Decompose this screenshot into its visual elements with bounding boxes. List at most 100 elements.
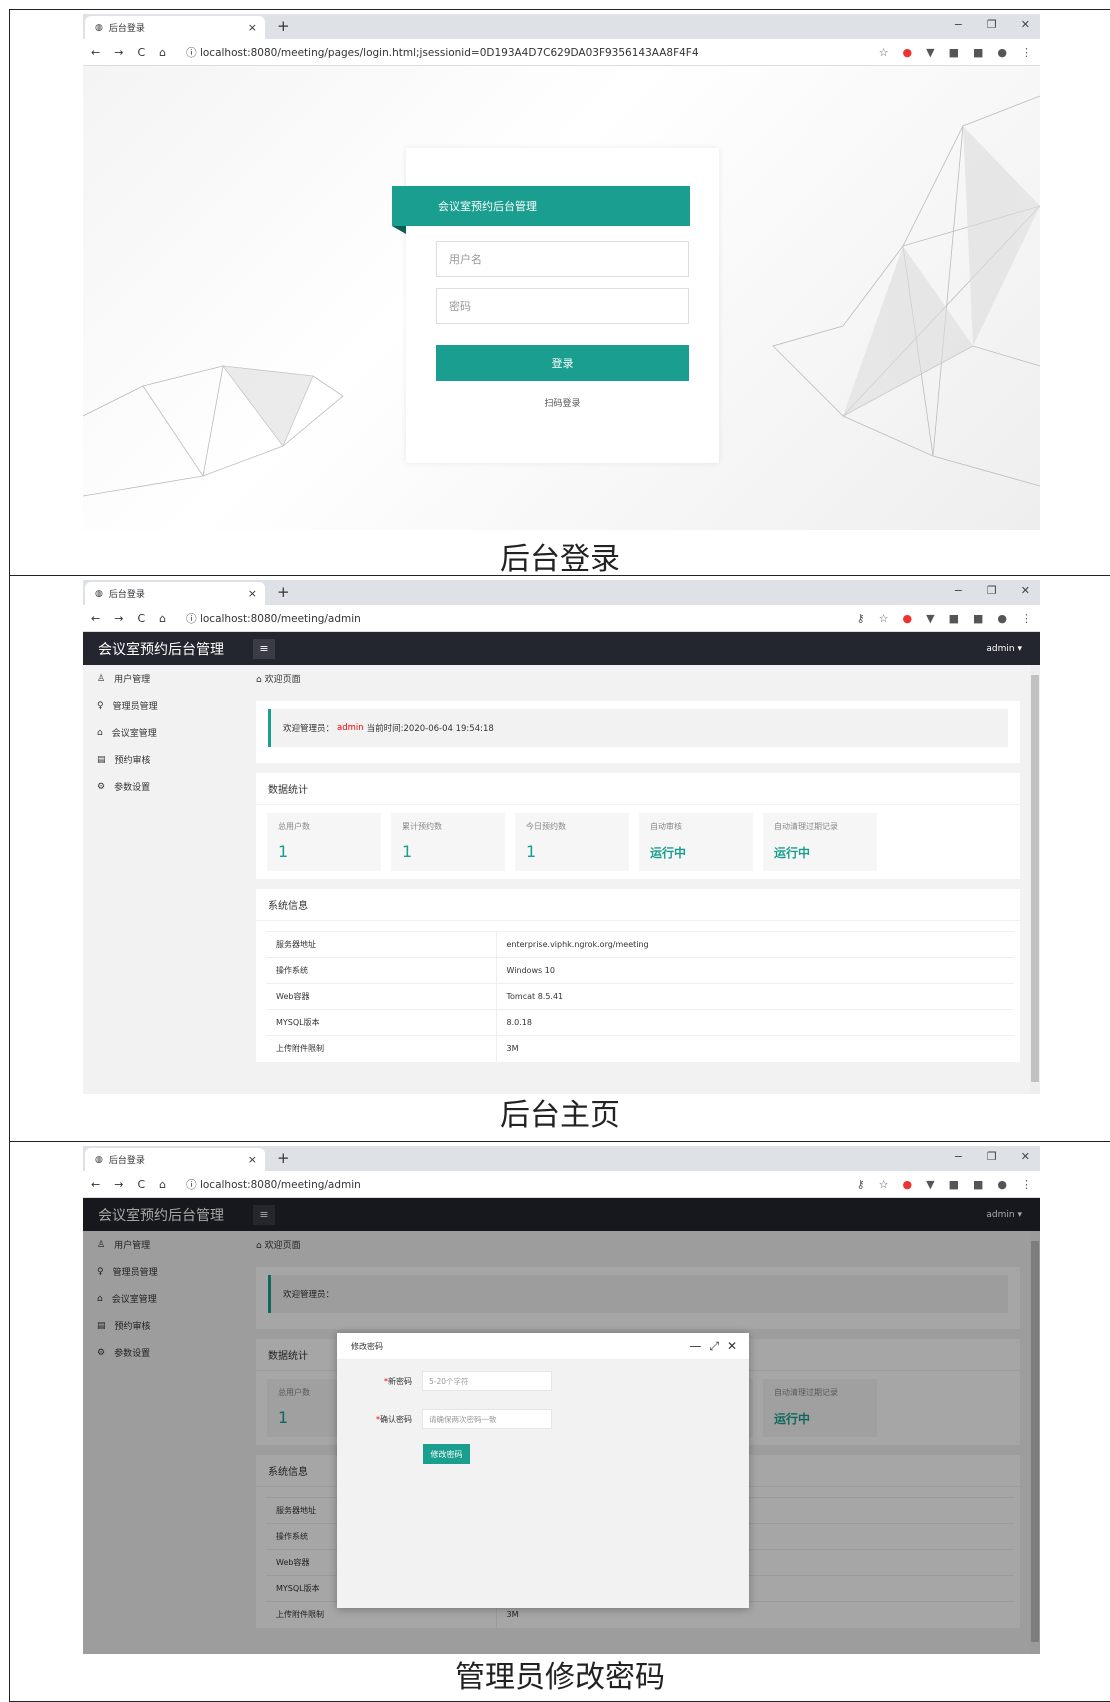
sidebar-item-rooms[interactable]: ⌂ 会议室管理 (83, 719, 243, 746)
key-icon[interactable]: ⚷ (857, 1178, 865, 1191)
key-icon[interactable]: ⚷ (857, 612, 865, 625)
forward-icon[interactable]: → (114, 46, 123, 59)
stat-total-bookings: 累计预约数 1 (391, 813, 505, 871)
sidebar-item-label: 参数设置 (114, 783, 151, 793)
forward-icon[interactable]: → (114, 1178, 123, 1191)
extension-icon[interactable]: ■ (949, 46, 959, 59)
browser-window: ◍ 后台登录 × + − ❐ ✕ ← → C ⌂ ⓘ localhost:808… (83, 14, 1040, 66)
new-tab-button[interactable]: + (277, 583, 290, 601)
sysinfo-card: 系统信息 服务器地址enterprise.viphk.ngrok.org/mee… (256, 889, 1020, 1062)
restore-icon[interactable]: ❐ (987, 1150, 997, 1163)
restore-icon[interactable]: ❐ (987, 584, 997, 597)
table-cell: 服务器地址 (266, 931, 497, 958)
back-icon[interactable]: ← (91, 46, 100, 59)
change-password-dialog: 修改密码 — ⤢ ✕ *新密码 5-20个字符 *确认密码 请确保两次密码一致 … (337, 1333, 749, 1608)
minimize-icon[interactable]: − (954, 18, 963, 31)
stat-today-bookings: 今日预约数 1 (515, 813, 629, 871)
url-field[interactable]: ⓘ localhost:8080/meeting/admin (186, 611, 361, 626)
sidebar-item-review[interactable]: ▤ 预约审核 (83, 746, 243, 773)
extension-icon[interactable]: ▼ (926, 1178, 934, 1191)
menu-icon[interactable]: ⋮ (1021, 612, 1032, 625)
tab-close-icon[interactable]: × (248, 21, 257, 34)
minimize-icon[interactable]: — (689, 1339, 701, 1354)
extension-icon[interactable]: ● (903, 1178, 913, 1191)
star-icon[interactable]: ☆ (879, 1178, 889, 1191)
new-password-input[interactable]: 5-20个字符 (422, 1371, 552, 1391)
breadcrumb-label[interactable]: 欢迎页面 (265, 675, 301, 685)
sidebar-item-users[interactable]: ♙ 用户管理 (83, 665, 243, 692)
globe-icon: ◍ (95, 588, 103, 599)
restore-icon[interactable]: ❐ (987, 18, 997, 31)
sidebar-item-settings[interactable]: ⚙ 参数设置 (83, 773, 243, 800)
tab-close-icon[interactable]: × (248, 587, 257, 600)
stat-total-users: 总用户数 1 (267, 813, 381, 871)
close-icon[interactable]: ✕ (727, 1339, 737, 1354)
extension-icon[interactable]: ▼ (926, 46, 934, 59)
extension-icon[interactable]: ● (903, 46, 913, 59)
reload-icon[interactable]: C (137, 1178, 145, 1191)
sidebar-item-label: 会议室管理 (111, 729, 157, 739)
scrollbar-thumb[interactable] (1031, 675, 1039, 1082)
menu-toggle-icon[interactable]: ≡ (253, 638, 275, 659)
maximize-icon[interactable]: ⤢ (709, 1339, 719, 1354)
url-field[interactable]: ⓘ localhost:8080/meeting/pages/login.htm… (186, 45, 698, 60)
account-icon[interactable]: ● (997, 46, 1007, 59)
username-input[interactable]: 用户名 (436, 241, 689, 277)
password-input[interactable]: 密码 (436, 288, 689, 324)
url-field[interactable]: ⓘ localhost:8080/meeting/admin (186, 1177, 361, 1192)
extension-icon[interactable]: ■ (973, 46, 983, 59)
user-menu[interactable]: admin ▾ (986, 644, 1022, 654)
stat-value: 运行中 (774, 846, 811, 860)
close-window-icon[interactable]: ✕ (1021, 18, 1030, 31)
extension-icon[interactable]: ● (903, 612, 913, 625)
star-icon[interactable]: ☆ (879, 612, 889, 625)
new-tab-button[interactable]: + (277, 17, 290, 35)
table-cell: enterprise.viphk.ngrok.org/meeting (496, 931, 1014, 958)
submit-change-password-button[interactable]: 修改密码 (423, 1444, 470, 1464)
new-tab-button[interactable]: + (277, 1149, 290, 1167)
star-icon[interactable]: ☆ (879, 46, 889, 59)
user-icon: ♙ (97, 673, 106, 684)
menu-icon[interactable]: ⋮ (1021, 1178, 1032, 1191)
account-icon[interactable]: ● (997, 1178, 1007, 1191)
confirm-password-input[interactable]: 请确保两次密码一致 (422, 1409, 552, 1429)
back-icon[interactable]: ← (91, 612, 100, 625)
login-header: 会议室预约后台管理 (392, 186, 690, 234)
reload-icon[interactable]: C (137, 46, 145, 59)
dialog-header: 修改密码 — ⤢ ✕ (337, 1333, 749, 1360)
extension-icon[interactable]: ■ (949, 612, 959, 625)
account-icon[interactable]: ● (997, 612, 1007, 625)
extension-icon[interactable]: ▼ (926, 612, 934, 625)
current-time: 当前时间:2020-06-04 19:54:18 (366, 724, 494, 734)
extension-icon[interactable]: ■ (973, 612, 983, 625)
close-window-icon[interactable]: ✕ (1021, 1150, 1030, 1163)
minimize-icon[interactable]: − (954, 584, 963, 597)
sidebar-item-admins[interactable]: ♀ 管理员管理 (83, 692, 243, 719)
table-cell: Tomcat 8.5.41 (496, 983, 1014, 1010)
login-button[interactable]: 登录 (436, 345, 689, 381)
home-icon[interactable]: ⌂ (159, 46, 166, 59)
tab-bar: ◍ 后台登录 × + − ❐ ✕ (83, 580, 1040, 605)
bulb-icon: ♀ (97, 700, 104, 711)
close-window-icon[interactable]: ✕ (1021, 584, 1030, 597)
home-icon[interactable]: ⌂ (159, 612, 166, 625)
browser-tab[interactable]: ◍ 后台登录 × (85, 16, 265, 39)
browser-tab[interactable]: ◍ 后台登录 × (85, 1148, 265, 1171)
home-icon[interactable]: ⌂ (159, 1178, 166, 1191)
back-icon[interactable]: ← (91, 1178, 100, 1191)
table-row: MYSQL版本8.0.18 (266, 1009, 1014, 1036)
browser-tab[interactable]: ◍ 后台登录 × (85, 582, 265, 605)
sidebar-item-label: 用户管理 (114, 675, 151, 685)
minimize-icon[interactable]: − (954, 1150, 963, 1163)
tab-close-icon[interactable]: × (248, 1153, 257, 1166)
forward-icon[interactable]: → (114, 612, 123, 625)
reload-icon[interactable]: C (137, 612, 145, 625)
table-cell: 8.0.18 (496, 1009, 1014, 1036)
extension-icon[interactable]: ■ (949, 1178, 959, 1191)
menu-icon[interactable]: ⋮ (1021, 46, 1032, 59)
address-bar: ← → C ⌂ ⓘ localhost:8080/meeting/pages/l… (83, 39, 1040, 66)
extension-icon[interactable]: ■ (973, 1178, 983, 1191)
qr-login-link[interactable]: 扫码登录 (406, 396, 719, 409)
scrollbar[interactable] (1030, 665, 1040, 1094)
table-cell: Windows 10 (496, 957, 1014, 984)
